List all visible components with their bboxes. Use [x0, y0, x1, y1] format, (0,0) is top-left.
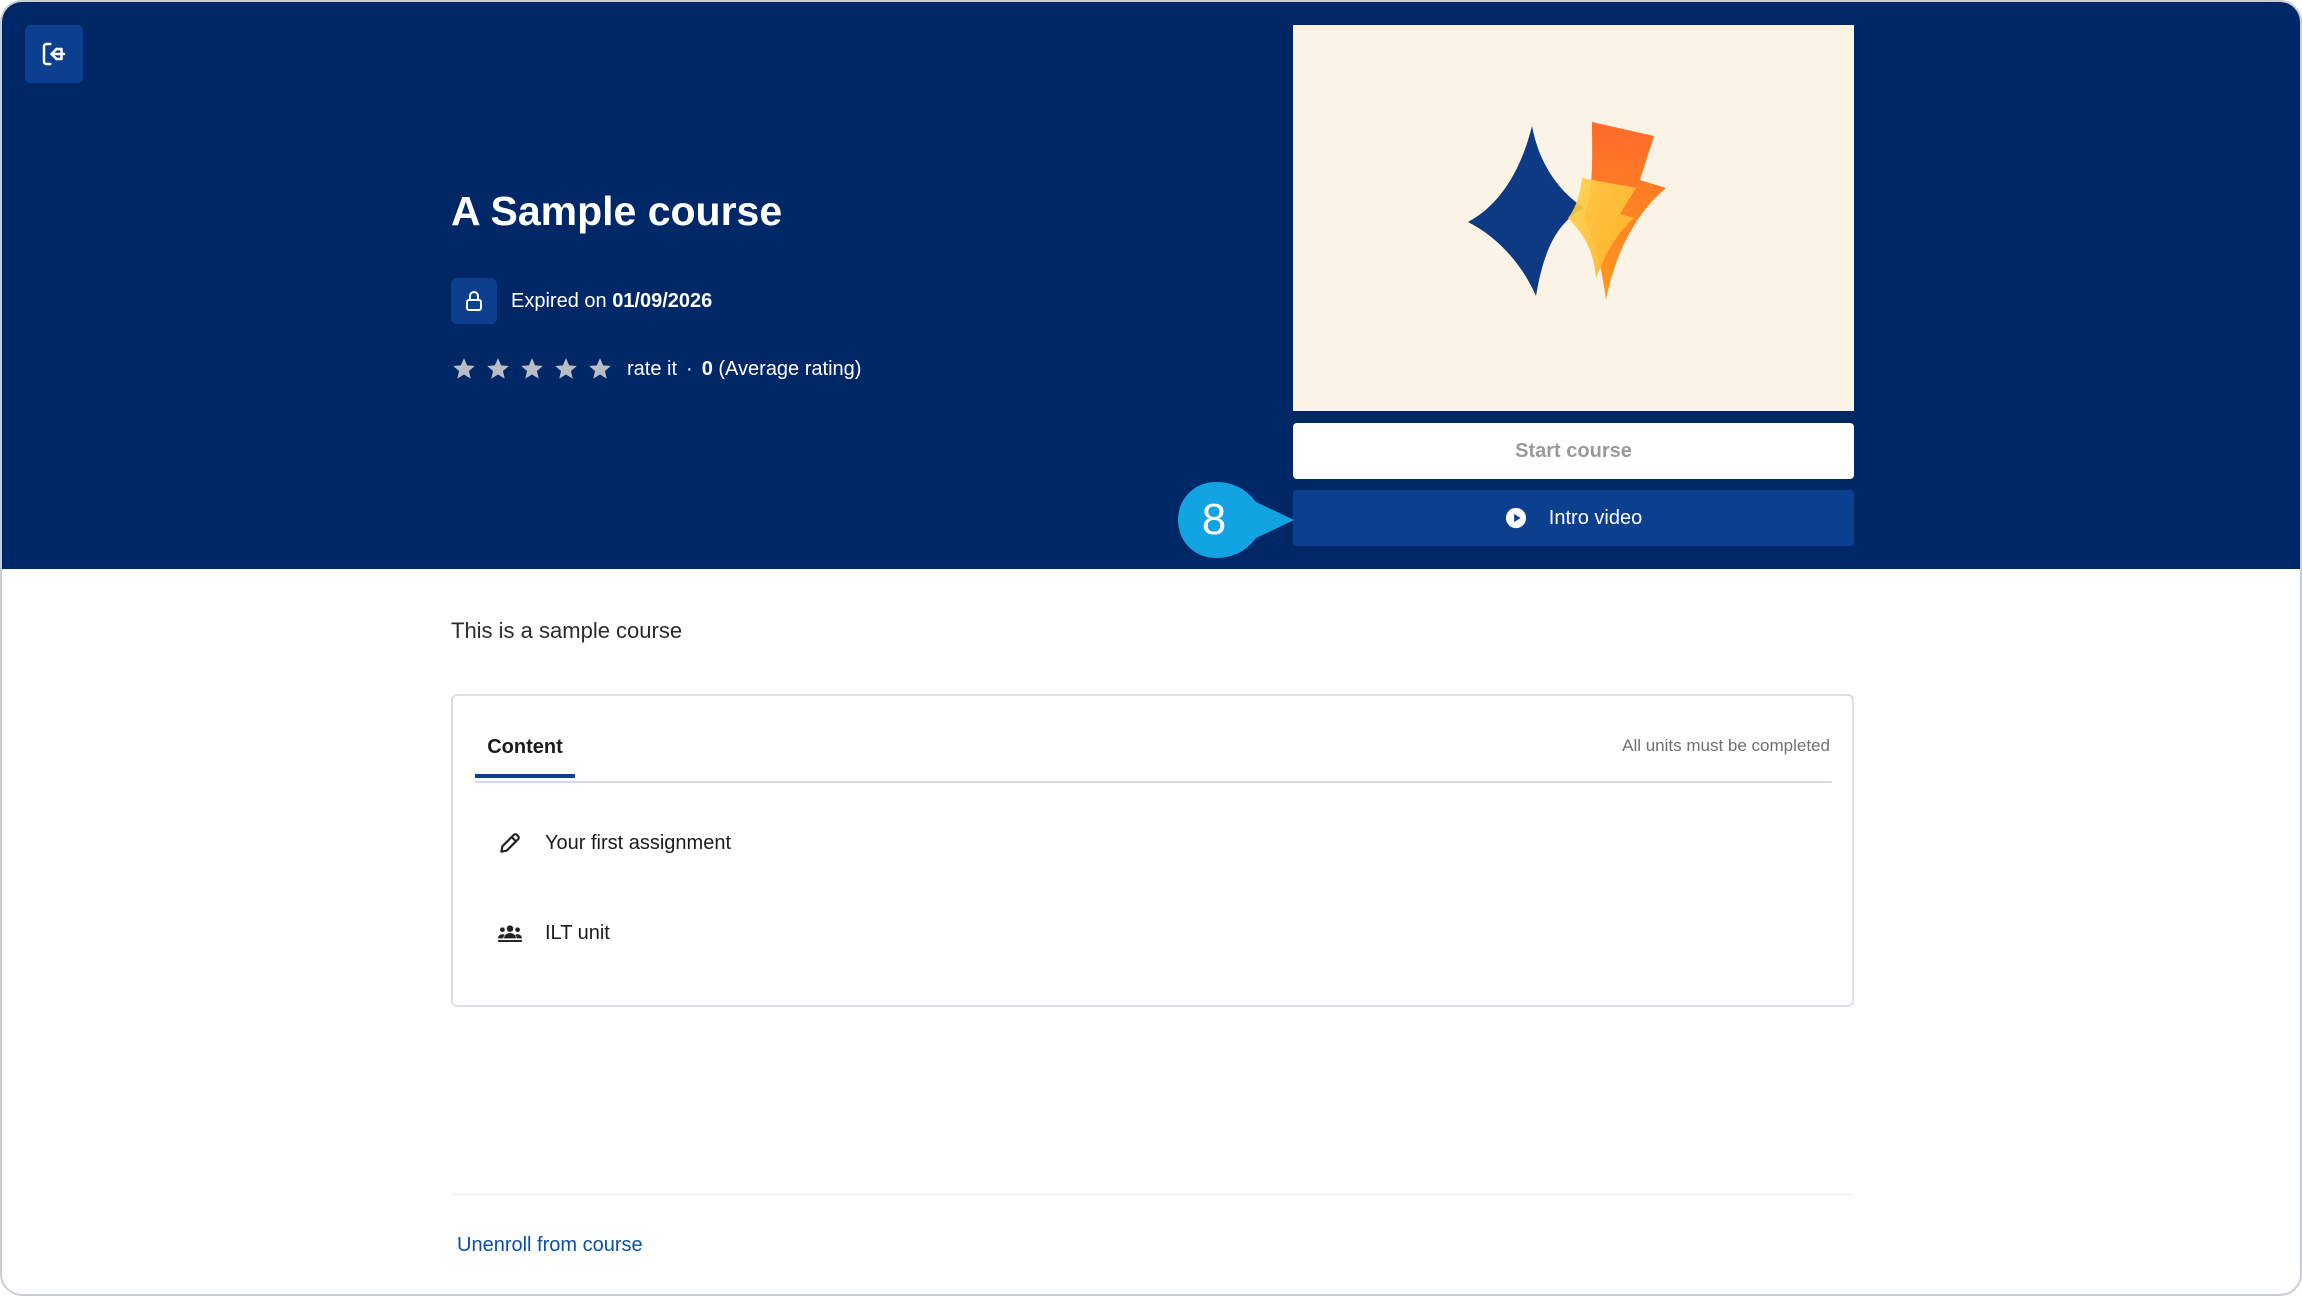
star-icon-3[interactable]	[519, 356, 545, 382]
rating-row: rate it · 0 (Average rating)	[451, 354, 861, 384]
star-rating[interactable]	[451, 356, 613, 382]
star-icon-5[interactable]	[587, 356, 613, 382]
app-frame: A Sample course Expired on 01/09/2026 ra…	[0, 0, 2302, 1296]
lock-badge	[451, 278, 497, 324]
tab-active-indicator	[475, 774, 575, 778]
exit-course-button[interactable]	[25, 25, 83, 83]
expiry-status: Expired on 01/09/2026	[451, 278, 712, 324]
exit-icon	[42, 42, 66, 66]
footer-divider	[451, 1194, 1854, 1195]
star-icon-1[interactable]	[451, 356, 477, 382]
star-icon-4[interactable]	[553, 356, 579, 382]
course-hero: A Sample course Expired on 01/09/2026 ra…	[2, 2, 2300, 569]
tab-divider	[475, 781, 1832, 783]
average-rating: 0 (Average rating)	[702, 358, 862, 381]
course-thumbnail	[1293, 25, 1854, 411]
unit-label: Your first assignment	[545, 831, 732, 854]
intro-video-button[interactable]: Intro video	[1293, 490, 1854, 546]
unit-item-ilt[interactable]: ILT unit	[475, 901, 1832, 965]
average-rating-value: 0	[701, 357, 713, 380]
content-panel: Content All units must be completed Your…	[451, 694, 1854, 1007]
unit-item-assignment[interactable]: Your first assignment	[475, 811, 1832, 875]
expiry-text: Expired on 01/09/2026	[511, 290, 712, 313]
pencil-icon	[495, 828, 525, 858]
unit-label: ILT unit	[545, 921, 610, 944]
unenroll-link[interactable]: Unenroll from course	[457, 1234, 643, 1257]
intro-video-label: Intro video	[1548, 506, 1643, 529]
start-course-button[interactable]: Start course	[1293, 423, 1854, 479]
expiry-date: 01/09/2026	[612, 289, 713, 312]
course-title: A Sample course	[451, 188, 783, 234]
course-description: This is a sample course	[451, 618, 683, 643]
lock-icon	[466, 291, 482, 311]
group-icon	[495, 918, 525, 948]
play-icon	[1505, 507, 1526, 529]
star-icon-2[interactable]	[485, 356, 511, 382]
completion-requirement: All units must be completed	[1622, 736, 1830, 755]
step-callout-number: 8	[1201, 495, 1227, 544]
tab-content[interactable]: Content	[475, 736, 575, 774]
average-rating-label: (Average rating)	[718, 357, 862, 380]
sparkle-logo-icon	[1467, 122, 1666, 300]
rating-separator: ·	[686, 357, 693, 380]
expiry-prefix: Expired on	[511, 289, 607, 312]
rate-it-link[interactable]: rate it	[627, 358, 677, 381]
